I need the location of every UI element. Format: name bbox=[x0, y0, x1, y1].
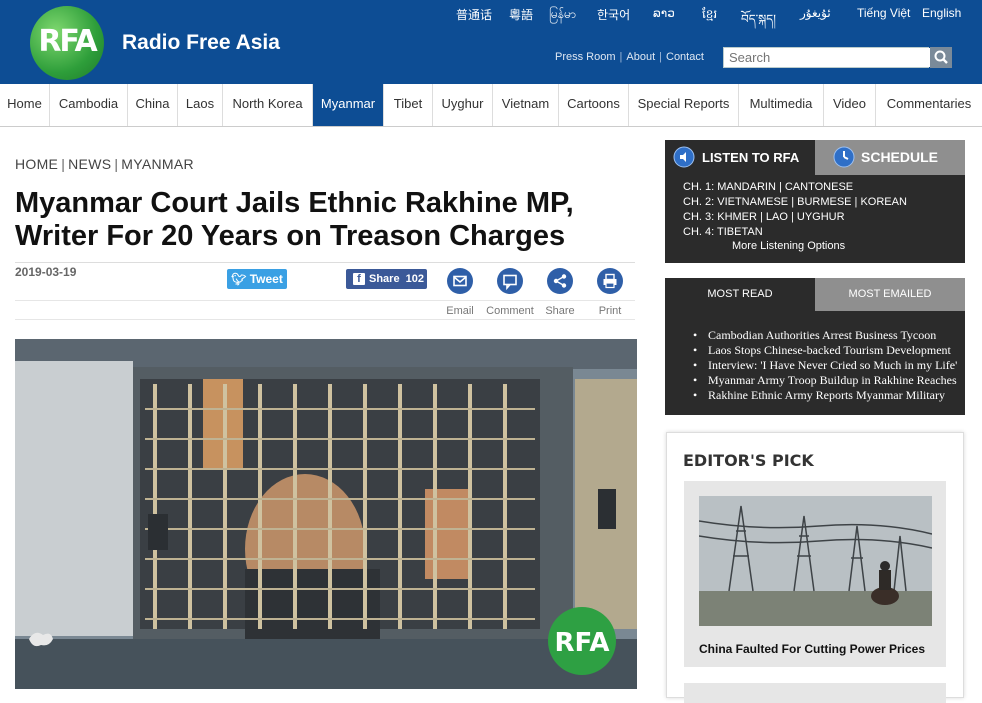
comment-label[interactable]: Comment bbox=[485, 305, 535, 317]
tab-most-read[interactable]: MOST READ bbox=[665, 278, 815, 311]
email-icon[interactable] bbox=[447, 268, 473, 294]
article-date: 2019-03-19 bbox=[15, 265, 77, 279]
twitter-icon: 🐦︎ bbox=[231, 272, 247, 286]
list-item[interactable]: Myanmar Army Troop Buildup in Rakhine Re… bbox=[693, 373, 961, 388]
nav-north-korea[interactable]: North Korea bbox=[223, 84, 313, 126]
speaker-icon bbox=[673, 146, 695, 168]
nav-multimedia[interactable]: Multimedia bbox=[739, 84, 824, 126]
breadcrumb-myanmar[interactable]: MYANMAR bbox=[121, 156, 194, 172]
search-input[interactable] bbox=[724, 48, 934, 67]
power-lines-photo bbox=[699, 496, 932, 626]
facebook-share-button[interactable]: f Share 102 bbox=[346, 269, 427, 289]
popular-panel: MOST READ MOST EMAILED Cambodian Authori… bbox=[665, 278, 965, 415]
list-item[interactable]: Rakhine Ethnic Army Reports Myanmar Mili… bbox=[693, 388, 961, 403]
rfa-logo-text[interactable]: RFA bbox=[31, 24, 103, 59]
nav-cartoons[interactable]: Cartoons bbox=[559, 84, 629, 126]
share-icon[interactable] bbox=[547, 268, 573, 294]
link-separator: | bbox=[659, 51, 662, 63]
nav-vietnam[interactable]: Vietnam bbox=[493, 84, 559, 126]
share-label: Share bbox=[369, 273, 400, 285]
editors-pick-image[interactable] bbox=[699, 496, 932, 626]
divider bbox=[15, 300, 635, 301]
lang-cantonese[interactable]: 粵語 bbox=[509, 6, 533, 23]
prison-van-photo: RFA bbox=[15, 339, 637, 689]
headline-line: Myanmar Court Jails Ethnic Rakhine MP, bbox=[15, 187, 574, 219]
lang-english[interactable]: English bbox=[922, 6, 961, 20]
search-icon bbox=[934, 50, 948, 64]
facebook-icon: f bbox=[353, 273, 365, 285]
nav-myanmar[interactable]: Myanmar bbox=[313, 84, 384, 126]
divider bbox=[15, 319, 635, 320]
listen-tab[interactable]: LISTEN TO RFA bbox=[665, 140, 815, 175]
editors-pick-caption[interactable]: China Faulted For Cutting Power Prices bbox=[699, 642, 939, 656]
breadcrumb-news[interactable]: NEWS bbox=[68, 156, 111, 172]
article-headline: Myanmar Court Jails Ethnic Rakhine MP, W… bbox=[15, 187, 640, 253]
editors-pick-title: EDITOR'S PICK bbox=[683, 451, 814, 470]
search-button[interactable] bbox=[930, 47, 952, 68]
lang-tibetan[interactable]: བོད་སྐད། bbox=[741, 6, 776, 40]
channel-2[interactable]: CH. 2: VIETNAMESE | BURMESE | KOREAN bbox=[683, 196, 907, 208]
schedule-tab[interactable]: SCHEDULE bbox=[815, 140, 965, 175]
print-label[interactable]: Print bbox=[585, 305, 635, 317]
contact-link[interactable]: Contact bbox=[666, 51, 704, 63]
main-nav: Home Cambodia China Laos North Korea Mya… bbox=[0, 84, 982, 127]
channel-1[interactable]: CH. 1: MANDARIN | CANTONESE bbox=[683, 181, 853, 193]
lang-mandarin[interactable]: 普通话 bbox=[456, 6, 492, 23]
language-bar: 普通话 粵語 မြန်မာ 한국어 ລາວ ខ្មែរ བོད་སྐད། ئۇي… bbox=[456, 6, 961, 26]
photo-watermark: RFA bbox=[555, 628, 610, 658]
list-item[interactable]: Laos Stops Chinese-backed Tourism Develo… bbox=[693, 343, 961, 358]
print-icon[interactable] bbox=[597, 268, 623, 294]
nav-special-reports[interactable]: Special Reports bbox=[629, 84, 739, 126]
nav-video[interactable]: Video bbox=[824, 84, 876, 126]
link-separator: | bbox=[619, 51, 623, 63]
listen-tab-label: LISTEN TO RFA bbox=[702, 150, 800, 165]
nav-laos[interactable]: Laos bbox=[178, 84, 223, 126]
lang-khmer[interactable]: ខ្មែរ bbox=[702, 6, 717, 24]
site-name[interactable]: Radio Free Asia bbox=[122, 31, 280, 55]
share-count: 102 bbox=[405, 273, 424, 285]
press-room-link[interactable]: Press Room bbox=[555, 51, 616, 63]
schedule-tab-label: SCHEDULE bbox=[861, 149, 939, 165]
article-photo[interactable]: RFA bbox=[15, 339, 637, 689]
lang-uyghur[interactable]: ئۇيغۇر bbox=[800, 6, 831, 20]
clock-icon bbox=[833, 146, 855, 168]
tab-most-emailed[interactable]: MOST EMAILED bbox=[815, 278, 965, 311]
nav-cambodia[interactable]: Cambodia bbox=[50, 84, 128, 126]
editors-pick: EDITOR'S PICK China Faulted For Cutting bbox=[666, 432, 964, 703]
nav-home[interactable]: Home bbox=[0, 84, 50, 126]
lang-vietnamese[interactable]: Tiếng Việt bbox=[857, 6, 910, 20]
nav-china[interactable]: China bbox=[128, 84, 178, 126]
breadcrumb-separator: | bbox=[61, 156, 66, 172]
channel-3[interactable]: CH. 3: KHMER | LAO | UYGHUR bbox=[683, 211, 845, 223]
about-link[interactable]: About bbox=[626, 51, 655, 63]
list-item[interactable]: Interview: 'I Have Never Cried so Much i… bbox=[693, 358, 961, 373]
editors-pick-card-next[interactable] bbox=[684, 683, 946, 703]
site-header: RFA Radio Free Asia 普通话 粵語 မြန်မာ 한국어 ລາ… bbox=[0, 0, 982, 84]
more-listening-options-link[interactable]: More Listening Options bbox=[732, 240, 845, 252]
email-label[interactable]: Email bbox=[435, 305, 485, 317]
breadcrumb-separator: | bbox=[114, 156, 119, 172]
tweet-button[interactable]: 🐦︎ Tweet bbox=[227, 269, 287, 289]
divider bbox=[15, 262, 635, 263]
breadcrumb-home[interactable]: HOME bbox=[15, 156, 58, 172]
tweet-label: Tweet bbox=[249, 272, 283, 286]
nav-tibet[interactable]: Tibet bbox=[384, 84, 433, 126]
breadcrumb: HOME | NEWS | MYANMAR bbox=[15, 156, 194, 172]
share-tool-label[interactable]: Share bbox=[535, 305, 585, 317]
headline-line: Writer For 20 Years on Treason Charges bbox=[15, 220, 566, 252]
lang-lao[interactable]: ລາວ bbox=[653, 6, 675, 20]
listen-panel: LISTEN TO RFA SCHEDULE CH. 1: MANDARIN |… bbox=[665, 140, 965, 263]
nav-commentaries[interactable]: Commentaries bbox=[876, 84, 982, 126]
list-item[interactable]: Cambodian Authorities Arrest Business Ty… bbox=[693, 328, 961, 343]
channel-4[interactable]: CH. 4: TIBETAN bbox=[683, 226, 763, 238]
editors-pick-card[interactable]: China Faulted For Cutting Power Prices bbox=[684, 481, 946, 667]
search-box bbox=[723, 47, 934, 68]
comment-icon[interactable] bbox=[497, 268, 523, 294]
lang-burmese[interactable]: မြန်မာ bbox=[549, 6, 576, 24]
most-read-list: Cambodian Authorities Arrest Business Ty… bbox=[693, 328, 961, 403]
top-links: Press Room | About | Contact bbox=[555, 51, 704, 63]
lang-korean[interactable]: 한국어 bbox=[597, 6, 630, 23]
nav-uyghur[interactable]: Uyghur bbox=[433, 84, 493, 126]
